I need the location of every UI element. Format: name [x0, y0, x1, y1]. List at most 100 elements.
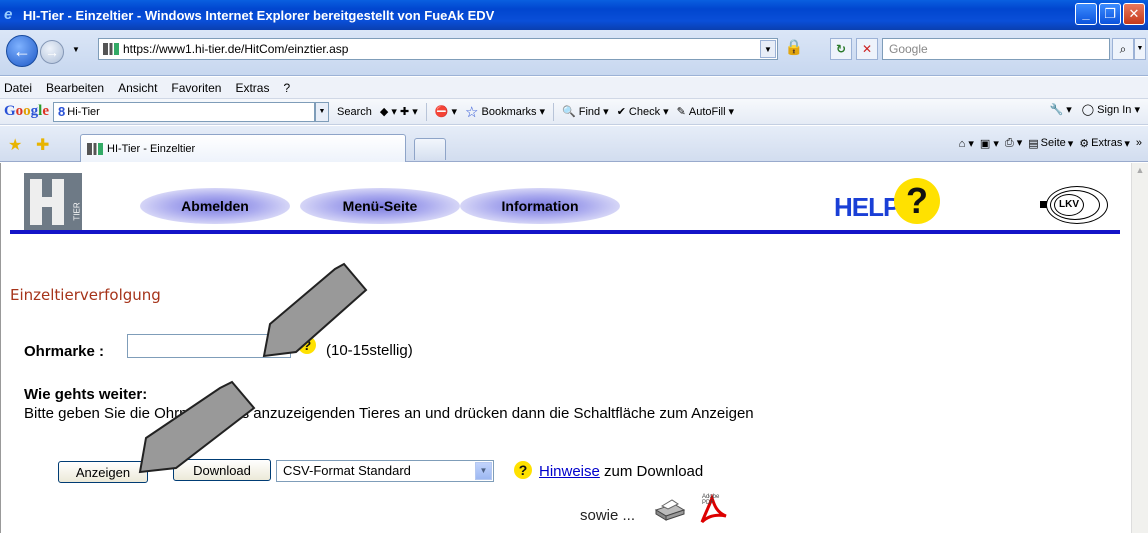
stop-button[interactable]: ✕	[856, 38, 878, 60]
google-search-button[interactable]: Search	[337, 106, 372, 118]
url-field[interactable]: https://www1.hi-tier.de/HitCom/einztier.…	[98, 38, 778, 60]
pdf-label: Adobe PDF	[702, 494, 720, 506]
print-icon[interactable]: ⎙ ▾	[1005, 136, 1022, 150]
restore-button[interactable]: ❐	[1099, 3, 1121, 25]
lock-icon[interactable]: 🔒	[784, 38, 804, 60]
google-search-label: Search	[337, 105, 372, 118]
autofill-button[interactable]: ✎ AutoFill ▾	[677, 105, 734, 119]
extras-label: Extras	[1091, 137, 1123, 149]
google-tools-icons[interactable]: ◆ ▾ ✚ ▾	[380, 105, 418, 118]
menu-bearbeiten[interactable]: Bearbeiten	[46, 81, 104, 95]
menu-seite-link[interactable]: Menü-Seite	[300, 188, 460, 224]
google-toolbar-right: 🔧 ▾ ◯ Sign In ▾	[1050, 103, 1140, 116]
bookmark-star-icon: ☆	[465, 103, 479, 121]
favorites-star-icon[interactable]: ★	[8, 135, 22, 155]
menu-help[interactable]: ?	[283, 81, 290, 95]
search-icon[interactable]: ⌕	[1112, 38, 1134, 60]
bookmarks-button[interactable]: ☆ Bookmarks ▾	[465, 103, 545, 121]
history-dropdown-icon[interactable]: ▼	[72, 45, 80, 54]
spellcheck-button[interactable]: ✔ Check ▾	[617, 105, 669, 119]
hinweise-text: Hinweise zum Download	[539, 463, 703, 480]
lkv-text: LKV	[1054, 194, 1084, 216]
google-search-value: Hi-Tier	[67, 105, 100, 118]
hinweise-link[interactable]: Hinweise	[539, 463, 600, 480]
information-link[interactable]: Information	[460, 188, 620, 224]
chevron-down-icon[interactable]: ▼	[475, 462, 492, 480]
google-logo: Google	[4, 103, 50, 119]
back-button[interactable]: ←	[6, 35, 38, 67]
vertical-scrollbar[interactable]: ▲	[1131, 163, 1148, 533]
ie-logo-icon: e	[4, 6, 13, 23]
tab-label: HI-Tier - Einzeltier	[107, 142, 196, 155]
autofill-label: AutoFill	[688, 105, 726, 118]
settings-wrench-icon[interactable]: 🔧 ▾	[1050, 103, 1072, 116]
google-search-input[interactable]: 8 Hi-Tier	[53, 101, 316, 122]
howto-text: Bitte geben Sie die Ohrmarke des anzuzei…	[24, 405, 754, 422]
pdf-icon[interactable]: Adobe PDF	[696, 493, 730, 524]
signin-button[interactable]: ◯ Sign In ▾	[1082, 103, 1140, 116]
url-text: https://www1.hi-tier.de/HitCom/einztier.…	[123, 42, 349, 56]
abmelden-link[interactable]: Abmelden	[140, 188, 290, 224]
ohrmarke-hint: (10-15stellig)	[326, 342, 413, 359]
separator	[425, 102, 427, 121]
ohrmarke-label: Ohrmarke :	[24, 343, 105, 360]
check-label: Check	[628, 105, 661, 118]
hi-tier-logo: TIER	[24, 173, 82, 231]
refresh-button[interactable]: ↻	[830, 38, 852, 60]
menu-datei[interactable]: Datei	[4, 81, 32, 95]
menu-extras[interactable]: Extras	[235, 81, 269, 95]
new-tab-button[interactable]	[414, 138, 446, 160]
printer-icon[interactable]	[652, 496, 686, 522]
signin-label: Sign In	[1097, 104, 1132, 116]
find-button[interactable]: 🔍 Find ▾	[562, 105, 609, 119]
google-search-dropdown-icon[interactable]: ▼	[315, 101, 330, 122]
google-toolbar: Google 8 Hi-Tier ▼ Search ◆ ▾ ✚ ▾ ⛔ ▾ ☆ B…	[0, 99, 1148, 125]
seite-label: Seite	[1040, 137, 1066, 149]
ohrmarke-input[interactable]	[127, 334, 291, 358]
address-toolbar: ← → ▼ https://www1.hi-tier.de/HitCom/ein…	[0, 30, 1148, 76]
menu-bar: Datei Bearbeiten Ansicht Favoriten Extra…	[0, 77, 1148, 99]
help-text: HELP	[834, 192, 900, 222]
logo-tier-text: TIER	[72, 202, 82, 221]
popup-blocker-icon[interactable]: ⛔ ▾	[435, 105, 457, 118]
menu-favoriten[interactable]: Favoriten	[171, 81, 221, 95]
search-input[interactable]: Google	[882, 38, 1110, 60]
tab-hi-tier[interactable]: HI-Tier - Einzeltier	[80, 134, 406, 162]
seite-menu[interactable]: ▤ Seite ▾	[1028, 137, 1073, 150]
menu-ansicht[interactable]: Ansicht	[118, 81, 157, 95]
window-title: HI-Tier - Einzeltier - Windows Internet …	[23, 7, 495, 23]
extras-menu[interactable]: ⚙ Extras ▾	[1079, 137, 1130, 150]
google-g-icon: 8	[58, 104, 66, 119]
help-button[interactable]: HELP ?	[834, 176, 944, 228]
format-selected-value: CSV-Format Standard	[283, 463, 411, 478]
scroll-up-icon[interactable]: ▲	[1133, 165, 1147, 179]
format-select[interactable]: CSV-Format Standard ▼	[276, 460, 494, 482]
url-dropdown-icon[interactable]: ▼	[760, 40, 776, 58]
search-options-dropdown-icon[interactable]: ▼	[1134, 38, 1146, 60]
download-button[interactable]: Download	[173, 459, 271, 481]
feeds-icon[interactable]: ▣ ▾	[980, 137, 999, 150]
close-button[interactable]: ✕	[1123, 3, 1145, 25]
sowie-text: sowie ...	[580, 507, 636, 524]
separator	[553, 102, 555, 121]
command-bar: ⌂ ▾ ▣ ▾ ⎙ ▾ ▤ Seite ▾ ⚙ Extras ▾ »	[959, 136, 1142, 150]
window-titlebar: e HI-Tier - Einzeltier - Windows Interne…	[0, 0, 1148, 30]
anzeigen-button[interactable]: Anzeigen	[58, 461, 148, 483]
howto-title: Wie gehts weiter:	[24, 386, 148, 403]
download-help-icon[interactable]: ?	[514, 461, 532, 479]
page-title: Einzeltierverfolgung	[10, 286, 161, 304]
help-question-icon: ?	[894, 178, 940, 224]
minimize-button[interactable]: _	[1075, 3, 1097, 25]
chevron-right-icon[interactable]: »	[1136, 137, 1142, 149]
tab-favicon-icon	[87, 142, 103, 155]
forward-button[interactable]: →	[40, 40, 64, 64]
find-label: Find	[578, 105, 601, 118]
home-icon[interactable]: ⌂ ▾	[959, 137, 974, 150]
tab-bar: ★ ✚ HI-Tier - Einzeltier ⌂ ▾ ▣ ▾ ⎙ ▾ ▤ S…	[0, 126, 1148, 162]
site-favicon-icon	[103, 43, 119, 55]
header-divider	[10, 230, 1120, 234]
logo-bar-middle	[30, 197, 64, 207]
bookmarks-label: Bookmarks	[481, 105, 537, 118]
add-favorites-icon[interactable]: ✚	[36, 135, 49, 155]
ohrmarke-help-icon[interactable]: ?	[298, 336, 316, 354]
